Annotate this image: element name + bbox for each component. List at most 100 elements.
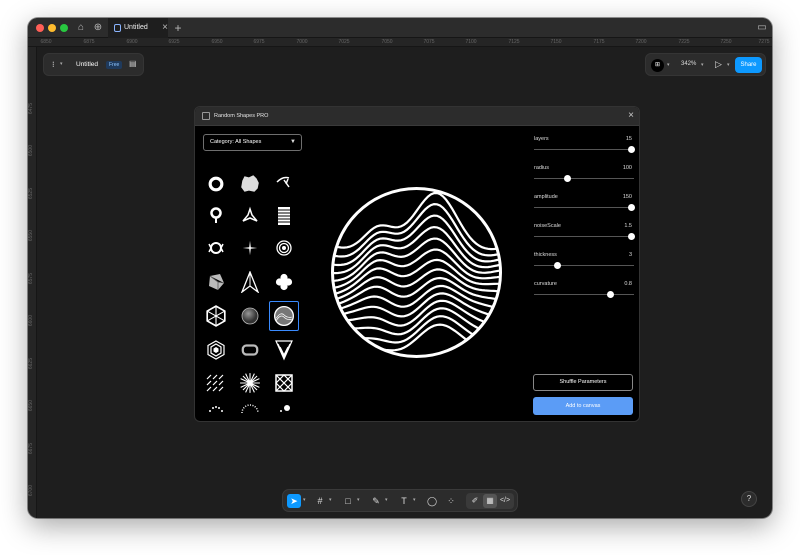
param-radius: radius 100: [534, 165, 634, 189]
slider-handle[interactable]: [628, 204, 635, 211]
zoom-window-button[interactable]: [60, 24, 68, 32]
new-tab-button[interactable]: +: [171, 21, 185, 35]
slider-handle[interactable]: [628, 146, 635, 153]
chevron-down-icon[interactable]: ▾: [667, 62, 670, 68]
blob-shape-icon[interactable]: [235, 169, 265, 199]
swirl-open-shape-icon[interactable]: [201, 233, 231, 263]
arrowhead-shape-icon[interactable]: [235, 267, 265, 297]
slider-handle[interactable]: [607, 291, 614, 298]
chevron-down-icon[interactable]: ▾: [413, 497, 416, 503]
chevron-down-icon[interactable]: ▾: [385, 497, 388, 503]
crumpled-shape-icon[interactable]: [201, 267, 231, 297]
dot-arc-shape-icon[interactable]: [201, 399, 231, 415]
chevron-down-icon[interactable]: ▾: [727, 62, 730, 68]
text-icon[interactable]: T: [397, 494, 411, 508]
param-value: 15: [625, 136, 632, 142]
layout-panel-icon[interactable]: ▤: [129, 59, 137, 68]
chevron-down-icon[interactable]: ▾: [60, 61, 63, 67]
param-value: 1.5: [624, 223, 632, 229]
keyhole-shape-icon[interactable]: [201, 201, 231, 231]
plus-rounded-shape-icon[interactable]: [269, 267, 299, 297]
ruler-left: 6475 6500 6525 6550 6575 6600 6625 6650 …: [28, 47, 37, 518]
draw-mode-icon[interactable]: ✐: [468, 494, 482, 508]
chevron-down-icon[interactable]: ▾: [329, 497, 332, 503]
slider-track[interactable]: [534, 149, 634, 150]
wave-sphere-preview: [331, 187, 502, 358]
avatar[interactable]: ⊞: [651, 59, 664, 72]
lattice-shape-icon[interactable]: [269, 368, 299, 398]
close-tab-icon[interactable]: ×: [162, 18, 168, 38]
diagonal-lines-shape-icon[interactable]: [201, 368, 231, 398]
zoom-level[interactable]: 342%: [681, 61, 696, 67]
rounded-rect-shape-icon[interactable]: [235, 335, 265, 365]
slider-handle[interactable]: [628, 233, 635, 240]
param-label: noiseScale: [534, 223, 561, 229]
community-icon[interactable]: ⊕: [91, 21, 105, 35]
shuffle-parameters-button[interactable]: Shuffle Parameters: [533, 374, 633, 391]
file-name[interactable]: Untitled: [76, 61, 98, 68]
param-label: thickness: [534, 252, 557, 258]
frame-icon[interactable]: #: [313, 494, 327, 508]
sidebar-toggle-icon[interactable]: ▭: [755, 21, 769, 35]
pen-icon[interactable]: ✎: [369, 494, 383, 508]
close-window-button[interactable]: [36, 24, 44, 32]
dot-half-sun-shape-icon[interactable]: [235, 399, 265, 415]
slider-handle[interactable]: [554, 262, 561, 269]
dev-mode-icon[interactable]: </>: [498, 494, 512, 508]
category-select[interactable]: Category: All Shapes ▼: [203, 134, 302, 151]
ladder-shape-icon[interactable]: [269, 201, 299, 231]
fan-shape-icon[interactable]: [269, 335, 299, 365]
design-mode-icon[interactable]: ▦: [483, 494, 497, 508]
ruler-label: 7025: [338, 39, 350, 45]
move-icon[interactable]: ➤: [287, 494, 301, 508]
plugin-window: Random Shapes PRO × Category: All Shapes…: [194, 106, 640, 422]
spiral-shape-icon[interactable]: [269, 233, 299, 263]
ruler-label: 7200: [635, 39, 647, 45]
hexagon-stack-shape-icon[interactable]: [201, 335, 231, 365]
rectangle-icon[interactable]: □: [341, 494, 355, 508]
slider-track[interactable]: [534, 178, 634, 179]
ruler-label: 6475: [28, 103, 34, 115]
param-label: layers: [534, 136, 549, 142]
slider-track[interactable]: [534, 265, 634, 266]
home-icon[interactable]: ⌂: [74, 21, 88, 35]
slider-track[interactable]: [534, 207, 634, 208]
wave-sphere-shape-icon[interactable]: [269, 301, 299, 331]
chevron-down-icon[interactable]: ▾: [357, 497, 360, 503]
param-value: 3: [628, 252, 632, 258]
param-thickness: thickness 3: [534, 252, 634, 276]
slider-track[interactable]: [534, 294, 634, 295]
comment-icon[interactable]: ◯: [425, 494, 439, 508]
chevron-down-icon[interactable]: ▾: [303, 497, 306, 503]
hexagon-net-shape-icon[interactable]: [201, 301, 231, 331]
plugin-logo-icon: [202, 112, 210, 120]
minimize-window-button[interactable]: [48, 24, 56, 32]
chevron-down-icon[interactable]: ▾: [701, 62, 704, 68]
ruler-label: 7250: [720, 39, 732, 45]
param-amplitude: amplitude 150: [534, 194, 635, 218]
sparkle-shape-icon[interactable]: [235, 233, 265, 263]
ruler-label: 6700: [28, 485, 34, 497]
ring-shape-icon[interactable]: [201, 169, 231, 199]
dot-ball-shape-icon[interactable]: [269, 399, 299, 415]
main-menu-icon[interactable]: ⁝: [52, 60, 55, 69]
ruler-label: 6925: [168, 39, 180, 45]
starburst-shape-icon[interactable]: [235, 368, 265, 398]
bottom-toolbar: ➤ ▾ # ▾ □ ▾ ✎ ▾ T ▾ ◯ ⁘ ✐ ▦ </>: [282, 489, 518, 512]
close-icon[interactable]: ×: [628, 110, 634, 121]
brush-shape-icon[interactable]: [269, 169, 299, 199]
slider-track[interactable]: [534, 236, 634, 237]
ruler-label: 6650: [28, 400, 34, 412]
share-button[interactable]: Share: [735, 57, 762, 73]
present-icon[interactable]: ▷: [715, 59, 722, 70]
sphere-shape-icon[interactable]: [235, 301, 265, 331]
slider-handle[interactable]: [564, 175, 571, 182]
tab-untitled[interactable]: Untitled ×: [108, 18, 168, 38]
add-to-canvas-button[interactable]: Add to canvas: [533, 397, 633, 415]
ruler-label: 7225: [678, 39, 690, 45]
components-icon[interactable]: ⁘: [444, 494, 458, 508]
plugin-title: Random Shapes PRO: [214, 113, 269, 119]
param-layers: layers 15: [534, 136, 635, 160]
help-button[interactable]: ?: [741, 491, 757, 507]
triskele-shape-icon[interactable]: [235, 201, 265, 231]
